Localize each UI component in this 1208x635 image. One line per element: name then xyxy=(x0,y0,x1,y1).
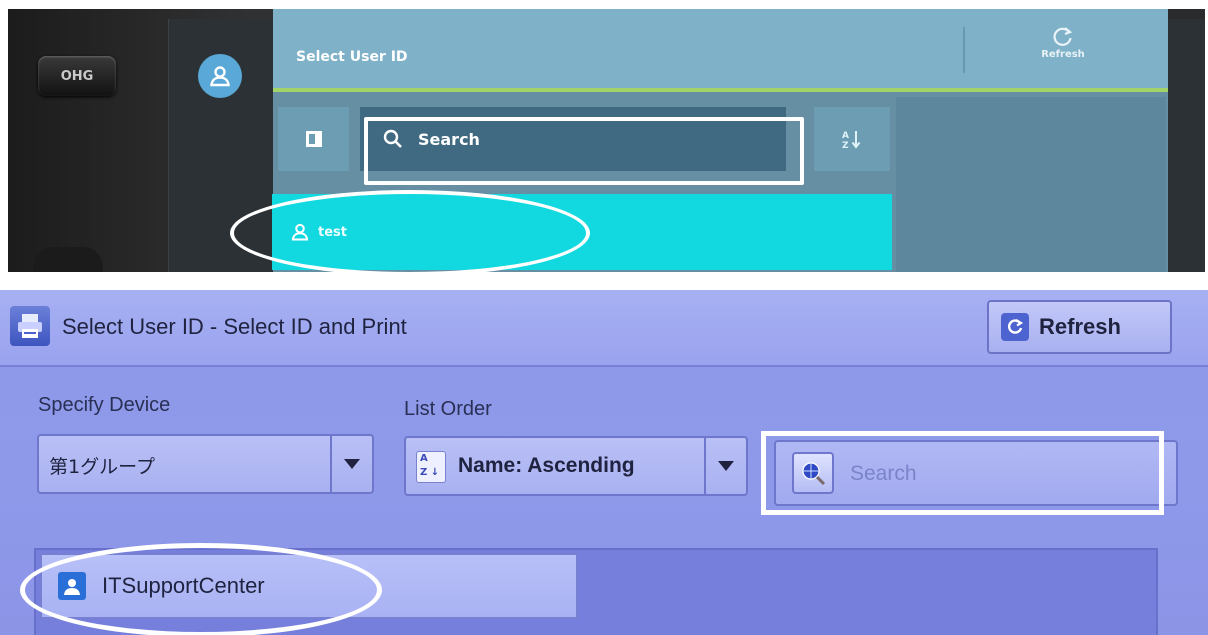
address-book-icon xyxy=(305,131,322,147)
person-icon xyxy=(210,66,230,87)
search-icon xyxy=(383,129,402,148)
specify-device-select[interactable]: 第1グループ xyxy=(37,434,374,494)
specify-device-label: Specify Device xyxy=(38,394,171,416)
svg-text:A: A xyxy=(842,131,849,141)
user-list-item[interactable]: test xyxy=(272,194,892,270)
person-icon xyxy=(291,223,309,241)
screen-header: Select User ID - Select ID and Print Ref… xyxy=(0,290,1208,367)
list-order-label: List Order xyxy=(404,398,492,420)
refresh-button[interactable]: Refresh xyxy=(1023,25,1103,81)
refresh-icon xyxy=(1001,313,1029,341)
refresh-icon xyxy=(1053,27,1073,46)
search-input[interactable]: Search xyxy=(360,107,786,171)
page-title: Select User ID xyxy=(296,49,408,65)
search-input[interactable]: Search xyxy=(774,440,1178,506)
hardware-knob xyxy=(33,247,103,272)
device-screen-dark: OHG Select User ID Refresh Search A Z te… xyxy=(8,9,1205,272)
refresh-label: Refresh xyxy=(1039,314,1121,339)
search-icon xyxy=(792,452,834,494)
page-title: Select User ID - Select ID and Print xyxy=(62,314,407,339)
hardware-button[interactable]: OHG xyxy=(38,56,116,96)
chevron-down-icon[interactable] xyxy=(704,438,746,494)
chevron-down-icon[interactable] xyxy=(330,436,372,492)
detail-pane xyxy=(896,97,1166,272)
person-icon xyxy=(58,572,86,600)
refresh-button[interactable]: Refresh xyxy=(987,300,1172,354)
svg-text:Z: Z xyxy=(842,141,849,150)
sort-button[interactable]: A Z xyxy=(814,107,890,171)
screen-header: Select User ID Refresh xyxy=(273,9,1168,88)
user-name: test xyxy=(318,224,347,240)
search-placeholder: Search xyxy=(850,462,917,485)
user-name: ITSupportCenter xyxy=(102,573,265,598)
printer-icon xyxy=(18,314,42,338)
address-book-button[interactable] xyxy=(278,107,349,171)
sort-ascending-icon: AZ ↓ xyxy=(416,451,446,483)
printer-app-icon xyxy=(10,306,50,346)
specify-device-value: 第1グループ xyxy=(49,456,155,478)
user-avatar-icon[interactable] xyxy=(198,54,242,98)
hardware-button-label: OHG xyxy=(60,68,94,84)
header-divider xyxy=(963,27,965,73)
list-order-select[interactable]: AZ ↓ Name: Ascending xyxy=(404,436,748,496)
device-screen-blue: Select User ID - Select ID and Print Ref… xyxy=(0,290,1208,635)
list-order-value: Name: Ascending xyxy=(458,454,635,477)
sort-icon: A Z xyxy=(842,131,861,150)
refresh-label: Refresh xyxy=(1041,49,1085,60)
search-placeholder: Search xyxy=(418,129,480,149)
user-list-item[interactable]: ITSupportCenter xyxy=(40,553,578,619)
